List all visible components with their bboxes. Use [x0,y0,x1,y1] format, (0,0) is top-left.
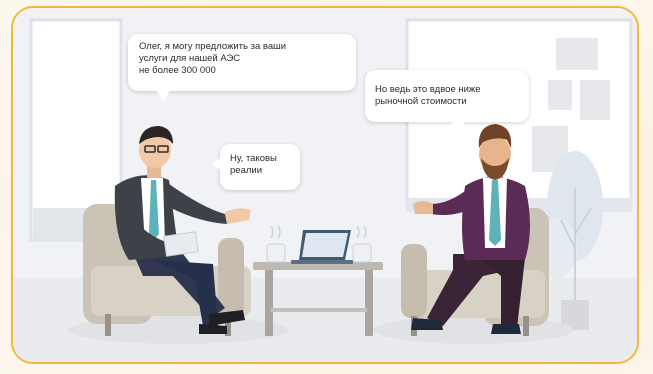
speech-bubble-reality: Ну, таковы реалии [211,144,300,190]
illustration-frame: Олег, я могу предложить за ваши услуги д… [11,6,639,364]
speech-bubble-offer: Олег, я могу предложить за ваши услуги д… [128,34,356,102]
speech-bubble-objection: Но ведь это вдвое ниже рыночной стоимост… [365,70,529,133]
